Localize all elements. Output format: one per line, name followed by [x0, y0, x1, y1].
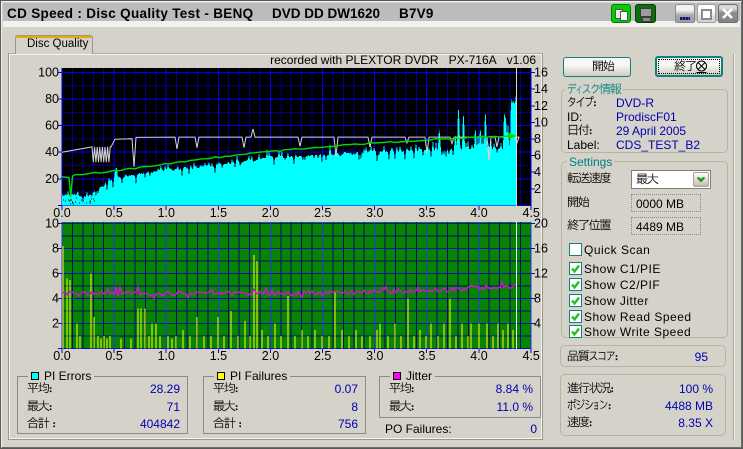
svg-text:6: 6: [534, 149, 541, 163]
svg-text:4: 4: [52, 292, 59, 306]
svg-text:16: 16: [534, 66, 548, 80]
svg-text:0.0: 0.0: [53, 349, 70, 363]
svg-text:2.0: 2.0: [262, 349, 279, 363]
svg-text:4.0: 4.0: [470, 349, 487, 363]
svg-text:3.5: 3.5: [418, 349, 435, 363]
svg-text:4: 4: [534, 165, 541, 179]
svg-text:2: 2: [52, 317, 59, 331]
svg-text:8: 8: [534, 292, 541, 306]
svg-text:100: 100: [38, 66, 59, 80]
svg-text:0.5: 0.5: [105, 349, 122, 363]
svg-text:6: 6: [52, 267, 59, 281]
svg-text:12: 12: [534, 267, 548, 281]
svg-text:60: 60: [45, 119, 59, 133]
svg-text:20: 20: [534, 217, 548, 231]
svg-text:8: 8: [534, 132, 541, 146]
svg-text:4.5: 4.5: [523, 349, 540, 363]
svg-text:14: 14: [534, 82, 548, 96]
svg-text:12: 12: [534, 99, 548, 113]
svg-text:10: 10: [534, 115, 548, 129]
svg-text:1.5: 1.5: [210, 349, 227, 363]
svg-text:8: 8: [52, 242, 59, 256]
svg-text:2: 2: [534, 182, 541, 196]
svg-text:80: 80: [45, 92, 59, 106]
svg-text:2.5: 2.5: [314, 349, 331, 363]
svg-text:20: 20: [45, 172, 59, 186]
svg-text:1.0: 1.0: [158, 349, 175, 363]
svg-text:10: 10: [45, 217, 59, 231]
svg-text:3.0: 3.0: [366, 349, 383, 363]
svg-text:4: 4: [534, 317, 541, 331]
svg-text:16: 16: [534, 242, 548, 256]
svg-text:40: 40: [45, 145, 59, 159]
